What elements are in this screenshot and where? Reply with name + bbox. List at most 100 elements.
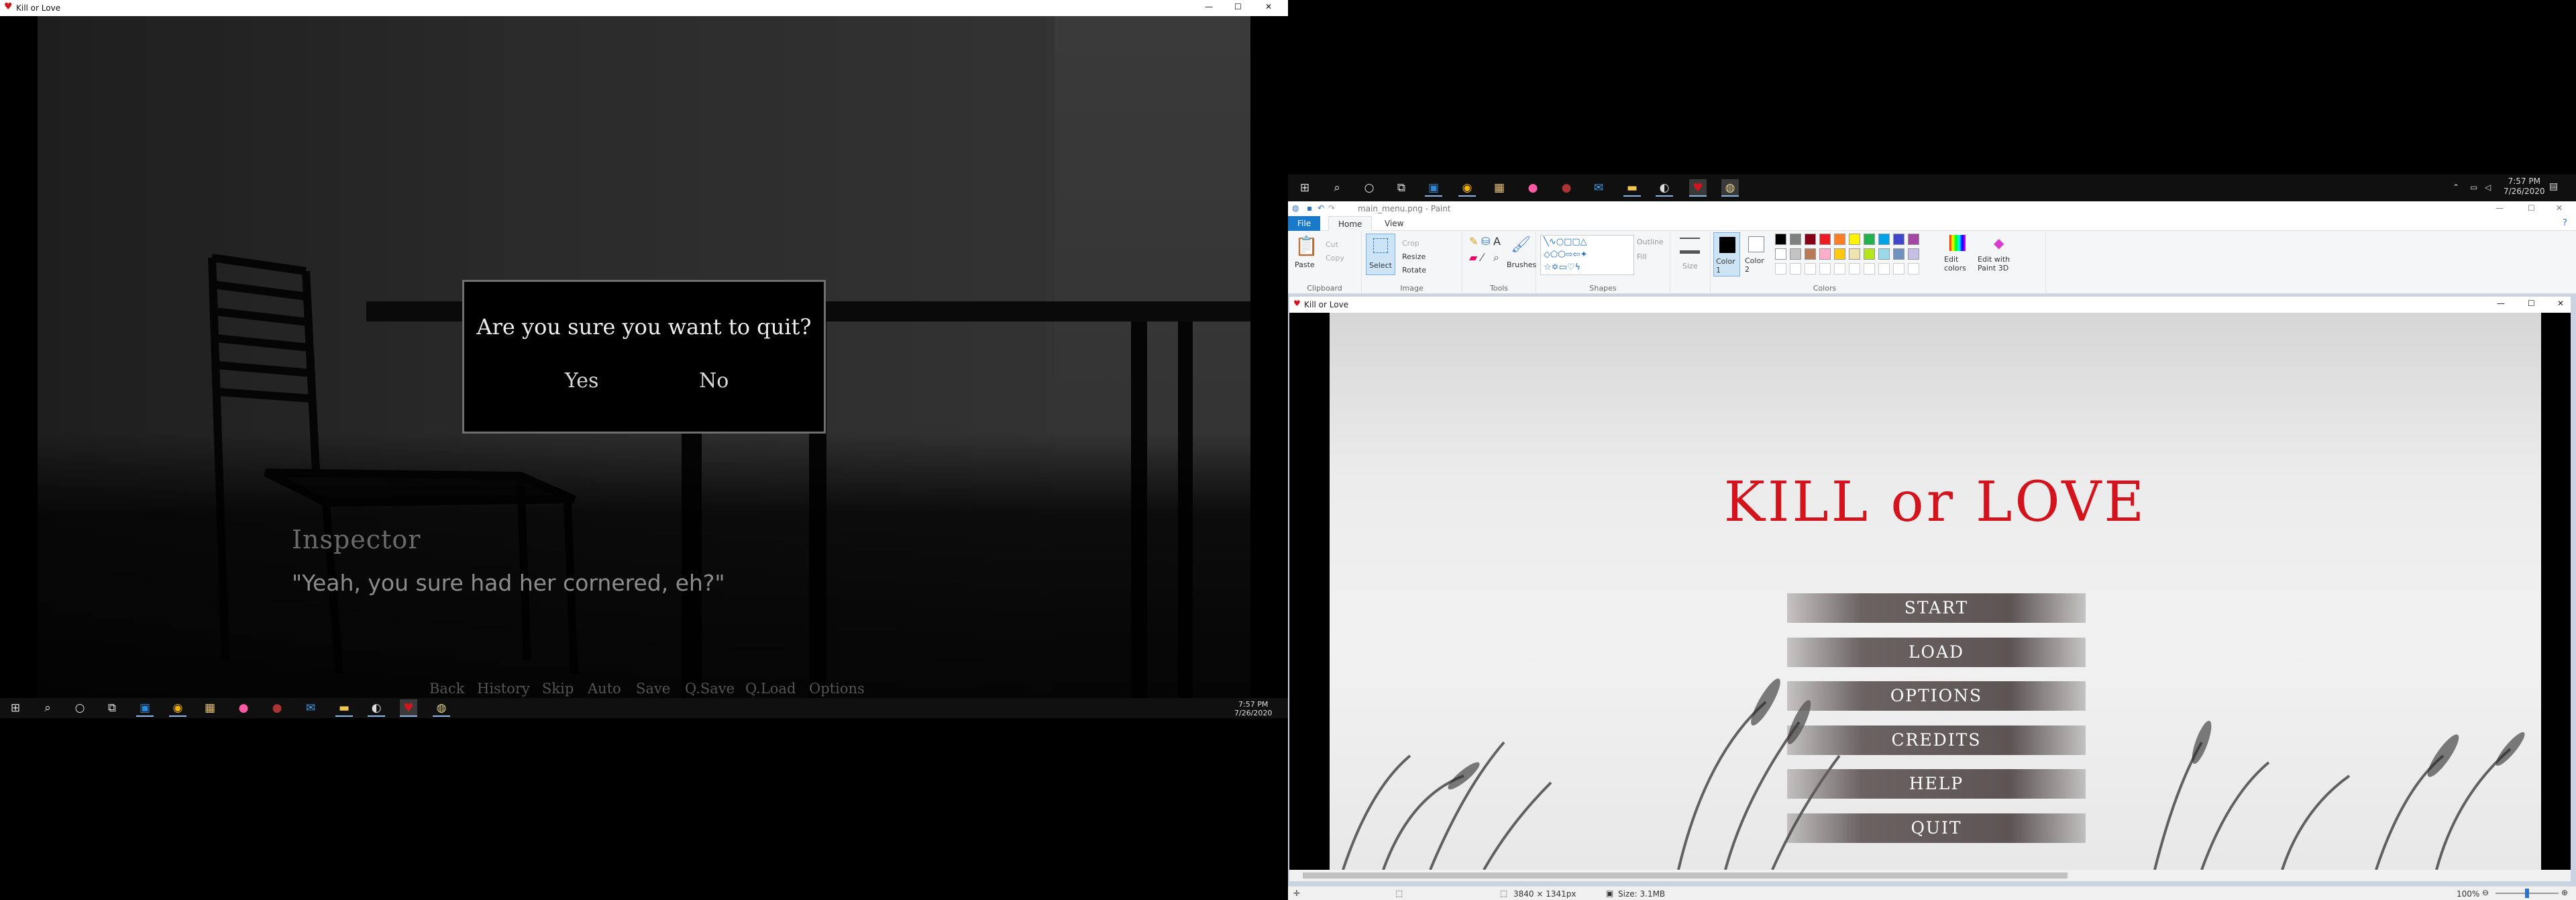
taskbar-clock[interactable]: 7:57 PM 7/26/2020 [2504,177,2545,197]
size-button[interactable]: Size [1682,262,1698,270]
quickmenu-save[interactable]: Save [636,681,670,697]
color2-selector[interactable]: Color 2 [1743,232,1770,277]
quit-button[interactable]: QUIT [1787,813,2086,843]
paste-button[interactable]: Paste [1295,260,1315,269]
palette-swatch[interactable] [1849,248,1860,260]
magnifier-icon[interactable]: ⌕ [1493,251,1499,264]
rotate-button[interactable]: Rotate [1402,266,1426,274]
palette-swatch[interactable] [1775,234,1786,245]
palette-swatch[interactable] [1908,234,1919,245]
palette-swatch-empty[interactable] [1864,263,1875,274]
mail-icon[interactable]: ✉ [302,699,319,717]
kill-or-love-app-icon[interactable]: ♥ [400,699,417,717]
brushes-icon[interactable]: 🖌 [1511,235,1531,254]
app-red-icon[interactable]: ● [268,699,286,717]
shape-hexagon-icon[interactable]: ⬡ [1558,250,1565,260]
palette-swatch[interactable] [1805,234,1816,245]
chrome-icon[interactable]: ◉ [169,699,186,717]
shape-arrow-left-icon[interactable]: ⇦ [1573,250,1580,260]
shape-rounded-rect-icon[interactable]: ▢ [1572,237,1580,247]
taskbar-clock[interactable]: 7:57 PM 7/26/2020 [1234,700,1272,717]
search-icon[interactable]: ⌕ [1328,179,1346,197]
shape-star6-icon[interactable]: ✡ [1552,262,1559,272]
palette-swatch-empty[interactable] [1893,263,1904,274]
minimize-button[interactable]: — [1205,2,1213,11]
quickmenu-skip[interactable]: Skip [542,681,574,697]
palette-swatch[interactable] [1908,248,1919,260]
edit-colors-button[interactable]: Edit colors [1943,234,1972,277]
palette-swatch[interactable] [1790,248,1801,260]
shape-pentagon-icon[interactable]: ⬠ [1550,250,1558,260]
zoom-slider-thumb[interactable] [2525,889,2529,898]
color-picker-icon[interactable]: ⁄ [1481,251,1483,264]
credits-button[interactable]: CREDITS [1787,726,2086,755]
shape-lightning-icon[interactable]: ϟ [1575,262,1581,272]
paint-titlebar[interactable]: ◍ ▪ ↶ ↷ main_menu.png - Paint — ☐ ✕ [1288,201,2576,216]
palette-swatch-empty[interactable] [1908,263,1919,274]
palette-swatch[interactable] [1893,234,1904,245]
store-icon[interactable]: ▦ [201,699,219,717]
palette-swatch[interactable] [1775,248,1786,260]
kill-or-love-app-icon[interactable]: ♥ [1689,179,1707,197]
close-button[interactable]: ✕ [1265,2,1272,11]
windows-start-icon[interactable]: ⊞ [1296,179,1313,197]
shape-star5-icon[interactable]: ☆ [1544,262,1552,272]
search-icon[interactable]: ⌕ [39,699,56,717]
quickmenu-history[interactable]: History [477,681,530,697]
outline-button[interactable]: Outline [1637,238,1664,246]
load-button[interactable]: LOAD [1787,638,2086,667]
paint-app-icon[interactable]: ◍ [1721,179,1739,197]
copy-button[interactable]: Copy [1326,254,1344,262]
notepad-app-icon[interactable]: ▣ [1425,179,1442,197]
brushes-button[interactable]: Brushes [1507,260,1536,269]
palette-swatch[interactable] [1878,234,1890,245]
shape-line-icon[interactable]: ╲ [1544,237,1549,247]
window-titlebar[interactable]: ♥ Kill or Love — ☐ ✕ [0,0,1288,16]
fill-bucket-icon[interactable]: ⛁ [1481,235,1490,248]
palette-swatch[interactable] [1878,248,1890,260]
palette-swatch[interactable] [1819,248,1831,260]
resize-button[interactable]: Resize [1402,252,1426,261]
quickmenu-qload[interactable]: Q.Load [745,681,796,697]
notifications-icon[interactable]: ▤ [2549,181,2558,192]
tab-file[interactable]: File [1288,216,1321,231]
shape-rect-icon[interactable]: □ [1564,237,1572,247]
palette-swatch-empty[interactable] [1849,263,1860,274]
maximize-button[interactable]: ☐ [2528,203,2535,213]
quickmenu-qsave[interactable]: Q.Save [685,681,735,697]
cortana-icon[interactable]: ○ [71,699,89,717]
redo-icon[interactable]: ↷ [1328,203,1335,213]
palette-swatch-empty[interactable] [1805,263,1816,274]
tab-view[interactable]: View [1375,216,1413,231]
cut-button[interactable]: Cut [1326,240,1338,249]
quickmenu-options[interactable]: Options [809,681,865,697]
help-button[interactable]: HELP [1787,769,2086,799]
save-icon[interactable]: ▪ [1307,203,1312,213]
start-button[interactable]: START [1787,593,2086,623]
palette-swatch[interactable] [1790,234,1801,245]
palette-swatch-empty[interactable] [1834,263,1845,274]
maximize-button[interactable]: ☐ [1234,2,1242,11]
mail-icon[interactable]: ✉ [1590,179,1607,197]
palette-swatch[interactable] [1834,234,1845,245]
shape-triangle-icon[interactable]: △ [1580,237,1587,247]
horizontal-scrollbar[interactable] [1289,870,2571,881]
app-red-icon[interactable]: ● [1558,179,1575,197]
palette-swatch[interactable] [1893,248,1904,260]
palette-swatch[interactable] [1864,234,1875,245]
palette-swatch[interactable] [1834,248,1845,260]
file-explorer-icon[interactable]: ▬ [1623,179,1641,197]
palette-swatch-empty[interactable] [1878,263,1890,274]
paint-app-icon[interactable]: ◍ [433,699,450,717]
edit-paint3d-button[interactable]: ◆ Edit with Paint 3D [1978,234,2025,277]
eraser-icon[interactable]: ▰ [1469,251,1477,264]
no-button[interactable]: No [699,369,729,393]
palette-swatch-empty[interactable] [1790,263,1801,274]
close-button[interactable]: ✕ [2556,203,2563,213]
zoom-slider[interactable] [2496,889,2559,898]
shape-curve-icon[interactable]: ∿ [1549,237,1556,247]
select-button[interactable]: Select [1366,234,1395,275]
text-icon[interactable]: A [1493,235,1501,248]
shape-star4-icon[interactable]: ✦ [1580,250,1587,260]
palette-swatch[interactable] [1864,248,1875,260]
